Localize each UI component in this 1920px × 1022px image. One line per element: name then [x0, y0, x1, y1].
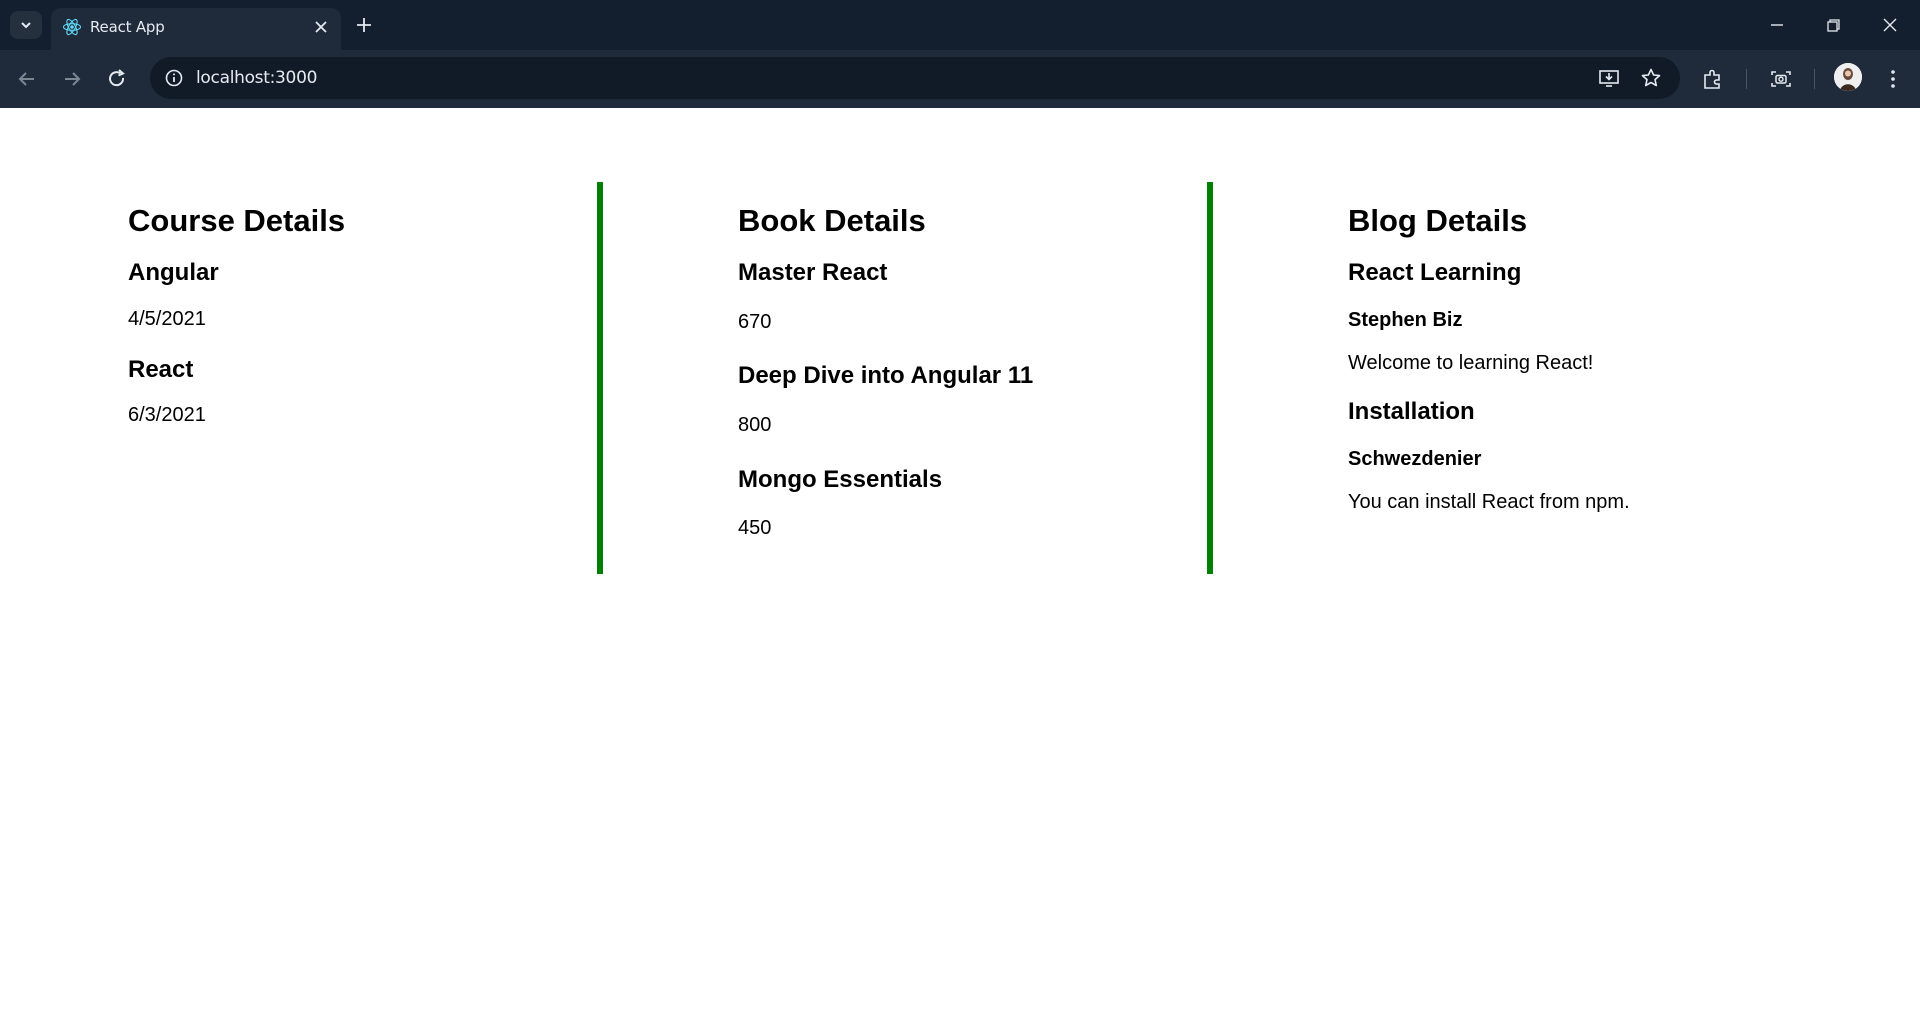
profile-picture [1834, 63, 1862, 91]
book-price: 450 [738, 517, 772, 539]
address-bar[interactable]: localhost:3000 [150, 57, 1680, 99]
book-details-heading: Book Details [738, 203, 926, 238]
avatar[interactable] [1834, 63, 1862, 91]
kebab-menu-icon[interactable] [1880, 66, 1906, 92]
install-app-icon[interactable] [1598, 67, 1620, 89]
arrow-left-icon[interactable] [13, 65, 41, 93]
blog-details-heading: Blog Details [1348, 203, 1528, 238]
react-icon [62, 18, 82, 36]
star-icon[interactable] [1640, 67, 1662, 89]
book-price: 800 [738, 414, 772, 436]
course-date: 4/5/2021 [128, 308, 206, 330]
tab-search-button[interactable] [10, 11, 42, 39]
close-icon[interactable] [311, 17, 331, 37]
course-date: 6/3/2021 [128, 404, 206, 426]
blog-content: You can install React from npm. [1348, 491, 1630, 513]
toolbar-divider [1746, 69, 1747, 89]
blog-author: Stephen Biz [1348, 309, 1463, 331]
arrow-right-icon[interactable] [58, 65, 86, 93]
blog-title: Installation [1348, 398, 1475, 425]
toolbar-divider [1814, 69, 1815, 89]
blog-title: React Learning [1348, 259, 1522, 286]
course-details-section: Course Details Angular 4/5/2021 React 6/… [128, 182, 598, 574]
plus-icon[interactable] [354, 15, 374, 35]
browser-tab-strip: React App [0, 0, 1920, 50]
camera-icon[interactable] [1768, 66, 1794, 92]
url-text: localhost:3000 [196, 68, 318, 88]
reload-icon[interactable] [103, 65, 131, 93]
book-name: Mongo Essentials [738, 466, 943, 493]
section-divider [597, 182, 603, 574]
book-price: 670 [738, 311, 772, 333]
info-icon[interactable] [164, 68, 184, 88]
book-name: Master React [738, 259, 888, 286]
book-name: Deep Dive into Angular 11 [738, 362, 1034, 389]
page-content: Course Details Angular 4/5/2021 React 6/… [0, 108, 1920, 1022]
browser-tab[interactable]: React App [51, 8, 341, 50]
course-name: Angular [128, 259, 219, 286]
book-details-section: Book Details Master React 670 Deep Dive … [738, 182, 1208, 574]
puzzle-icon[interactable] [1700, 66, 1726, 92]
browser-toolbar: localhost:3000 [0, 50, 1920, 108]
tab-title: React App [90, 18, 165, 36]
minimize-icon[interactable] [1764, 12, 1790, 38]
course-name: React [128, 356, 194, 383]
close-icon[interactable] [1877, 12, 1903, 38]
section-divider [1207, 182, 1213, 574]
restore-icon[interactable] [1820, 12, 1846, 38]
blog-details-section: Blog Details React Learning Stephen Biz … [1348, 182, 1818, 574]
course-details-heading: Course Details [128, 203, 346, 238]
chevron-down-icon [21, 22, 31, 29]
blog-author: Schwezdenier [1348, 448, 1482, 470]
blog-content: Welcome to learning React! [1348, 352, 1594, 374]
